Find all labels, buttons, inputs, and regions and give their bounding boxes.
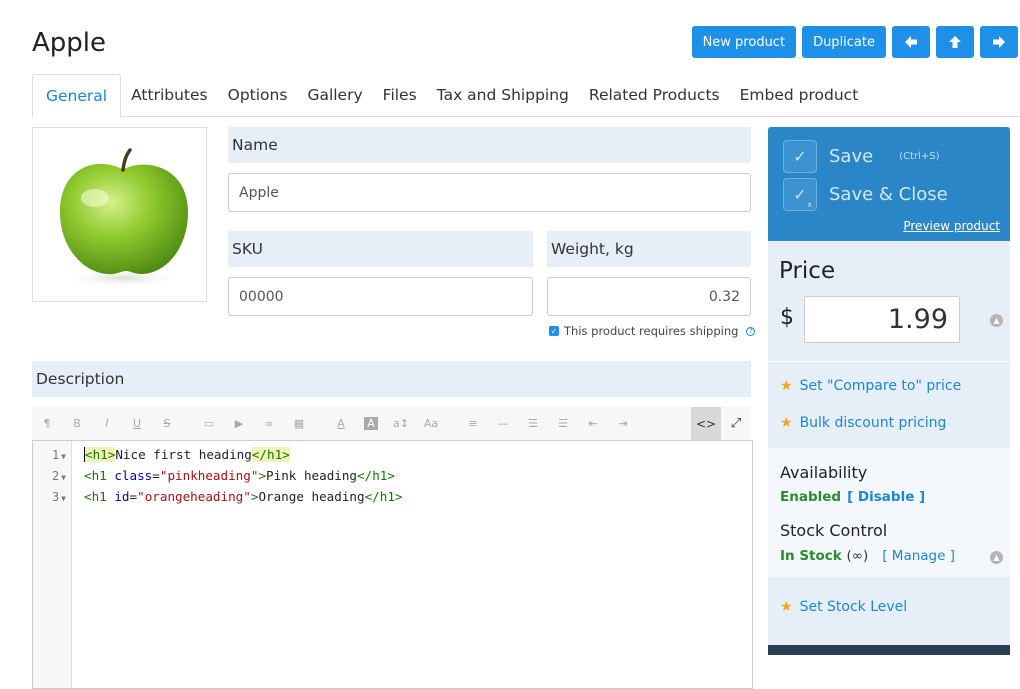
underline-icon[interactable]: U [122, 417, 152, 430]
checkmark-icon: ✓ [783, 140, 817, 173]
horizontal-rule-icon[interactable]: — [488, 417, 518, 430]
tab-general[interactable]: General [32, 74, 122, 118]
weight-field[interactable]: 0.32 [547, 277, 751, 316]
star-icon: ★ [780, 378, 793, 394]
tab-gallery[interactable]: Gallery [297, 74, 372, 117]
image-icon[interactable]: ▭ [194, 417, 224, 430]
tab-tax-and-shipping[interactable]: Tax and Shipping [427, 74, 579, 117]
tab-files[interactable]: Files [373, 74, 427, 117]
set-stock-level-link[interactable]: ★ Set Stock Level [780, 599, 907, 615]
code-view-icon[interactable]: <> [691, 407, 721, 440]
font-size-icon[interactable]: a↕ [386, 417, 416, 430]
star-icon: ★ [780, 415, 793, 431]
tab-attributes[interactable]: Attributes [121, 74, 218, 117]
price-heading: Price [779, 258, 836, 284]
currency-symbol: $ [780, 305, 794, 330]
collapse-price-icon[interactable]: ▲ [990, 314, 1003, 327]
price-field[interactable]: 1.99 [804, 296, 960, 343]
tab-related-products[interactable]: Related Products [579, 74, 730, 117]
manage-link[interactable]: [ Manage ] [882, 548, 955, 564]
line-number: 1 ▼ [51, 448, 66, 462]
font-family-icon[interactable]: Aa [416, 417, 446, 430]
description-label: Description [32, 361, 751, 397]
bulk-discount-link[interactable]: ★ Bulk discount pricing [780, 415, 946, 431]
parent-product-button[interactable] [936, 26, 974, 58]
link-icon[interactable]: ∞ [254, 417, 284, 430]
align-icon[interactable]: ≡ [458, 417, 488, 430]
disable-link[interactable]: [ Disable ] [847, 489, 925, 505]
ordered-list-icon[interactable]: ☰ [548, 417, 578, 430]
background-color-icon[interactable]: A [364, 417, 378, 430]
page-title: Apple [32, 28, 107, 58]
code-line-2: <h1 class="pinkheading">Pink heading</h1… [84, 468, 395, 483]
product-sidebar: ✓ Save (Ctrl+S) ✓ x Save & Close Preview … [768, 127, 1010, 655]
indent-icon[interactable]: ⇥ [608, 417, 638, 430]
checkmark-close-icon: ✓ x [783, 178, 817, 211]
save-shortcut-hint: (Ctrl+S) [899, 151, 940, 162]
weight-label: Weight, kg [547, 231, 751, 267]
collapse-stock-icon[interactable]: ▲ [990, 551, 1003, 564]
arrow-right-icon [993, 36, 1005, 48]
preview-product-link[interactable]: Preview product [903, 219, 1000, 233]
stock-status: In Stock (∞)[ Manage ] [780, 548, 955, 564]
fullscreen-icon[interactable]: ⤢ [721, 407, 751, 440]
arrow-up-icon [949, 36, 961, 48]
apple-image [59, 148, 189, 288]
next-product-button[interactable] [980, 26, 1018, 58]
save-close-button[interactable]: ✓ x Save & Close [783, 178, 948, 211]
table-icon[interactable]: ▦ [284, 417, 314, 430]
unordered-list-icon[interactable]: ☰ [518, 417, 548, 430]
bold-icon[interactable]: B [62, 417, 92, 430]
requires-shipping-label: This product requires shipping [564, 324, 739, 338]
availability-heading: Availability [780, 463, 868, 482]
editor-toolbar: ¶ B I U S ▭ ▶ ∞ ▦ A A a↕ Aa ≡ — ☰ ☰ ⇤ ⇥ … [32, 407, 751, 440]
new-product-button[interactable]: New product [691, 26, 797, 58]
tab-embed-product[interactable]: Embed product [730, 74, 869, 117]
product-image[interactable] [32, 127, 207, 302]
compare-to-price-link[interactable]: ★ Set "Compare to" price [780, 378, 961, 394]
name-field[interactable]: Apple [228, 173, 751, 212]
code-editor[interactable]: 1 ▼ 2 ▼ 3 ▼ <h1>Nice first heading</h1> <h1… [32, 440, 753, 689]
video-icon[interactable]: ▶ [224, 417, 254, 430]
help-icon[interactable]: ? [746, 326, 756, 336]
arrow-left-icon [905, 36, 917, 48]
divider [768, 361, 1010, 362]
outdent-icon[interactable]: ⇤ [578, 417, 608, 430]
requires-shipping-checkbox[interactable]: ✓ [549, 326, 559, 336]
paragraph-icon[interactable]: ¶ [32, 417, 62, 430]
sku-field[interactable]: 00000 [228, 277, 533, 316]
product-tabs: General Attributes Options Gallery Files… [32, 74, 1020, 118]
star-icon: ★ [780, 599, 793, 615]
sku-label: SKU [228, 231, 533, 267]
tab-options[interactable]: Options [218, 74, 298, 117]
previous-product-button[interactable] [892, 26, 930, 58]
strikethrough-icon[interactable]: S [152, 417, 182, 430]
save-button[interactable]: ✓ Save (Ctrl+S) [783, 140, 940, 173]
availability-status: Enabled[ Disable ] [780, 489, 926, 505]
duplicate-button[interactable]: Duplicate [802, 26, 886, 58]
name-label: Name [228, 127, 751, 163]
code-line-1: <h1>Nice first heading</h1> [84, 447, 290, 462]
line-number: 2 ▼ [51, 469, 66, 483]
italic-icon[interactable]: I [92, 417, 122, 430]
stock-control-heading: Stock Control [780, 521, 888, 540]
save-panel: ✓ Save (Ctrl+S) ✓ x Save & Close Preview … [768, 127, 1010, 241]
product-actions: New product Duplicate [691, 26, 1018, 58]
code-line-3: <h1 id="orangeheading">Orange heading</h… [84, 489, 403, 504]
requires-shipping: ✓ This product requires shipping ? [549, 324, 756, 338]
line-number: 3 ▼ [51, 490, 66, 504]
sidebar-footer-bar [768, 645, 1010, 655]
font-color-icon[interactable]: A [326, 417, 356, 430]
